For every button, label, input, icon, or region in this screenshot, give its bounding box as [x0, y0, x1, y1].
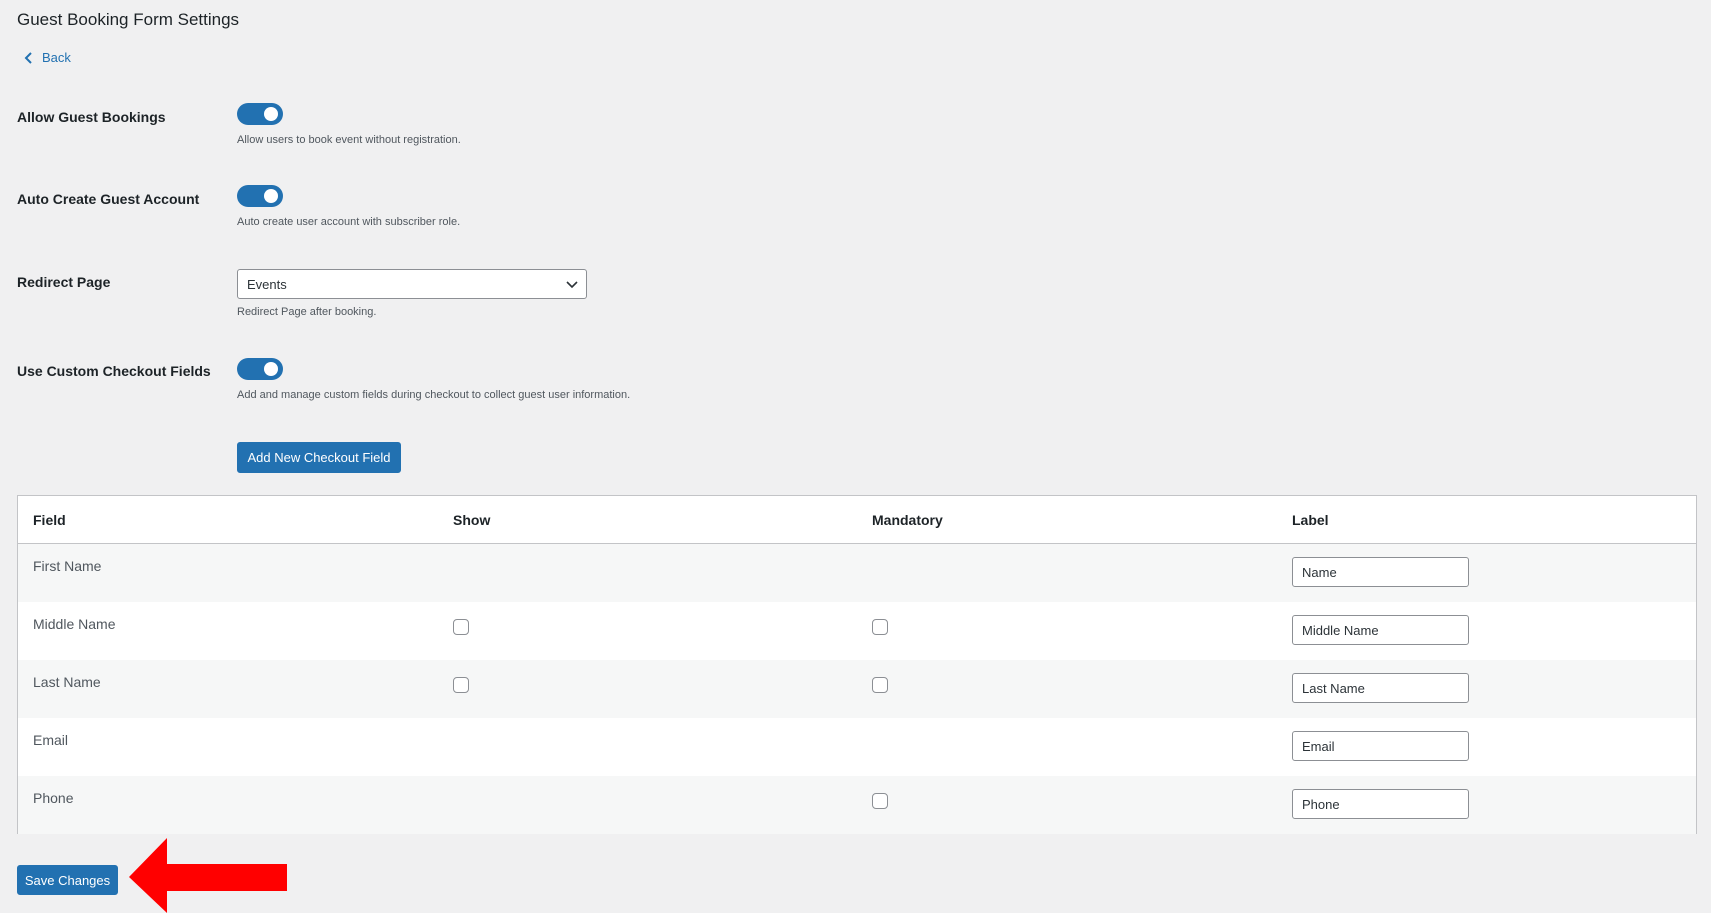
label-input[interactable]	[1292, 789, 1469, 819]
back-link[interactable]: Back	[24, 50, 71, 65]
field-name: Middle Name	[33, 616, 116, 632]
back-label: Back	[42, 50, 71, 65]
toggle-knob	[264, 362, 278, 376]
allow-guest-description: Allow users to book event without regist…	[237, 134, 461, 146]
mandatory-checkbox[interactable]	[872, 793, 888, 809]
add-checkout-field-button[interactable]: Add New Checkout Field	[237, 442, 401, 473]
label-input[interactable]	[1292, 615, 1469, 645]
allow-guest-label: Allow Guest Bookings	[17, 109, 166, 125]
redirect-page-value: Events	[247, 276, 287, 292]
field-name: Last Name	[33, 674, 101, 690]
show-checkbox[interactable]	[453, 619, 469, 635]
field-name: First Name	[33, 558, 102, 574]
custom-fields-toggle[interactable]	[237, 358, 283, 380]
chevron-down-icon	[566, 281, 578, 289]
table-row: Email	[18, 718, 1696, 776]
redirect-page-description: Redirect Page after booking.	[237, 306, 377, 318]
save-changes-button[interactable]: Save Changes	[17, 865, 118, 895]
checkout-fields-table: Field Show Mandatory Label First Name Mi…	[17, 495, 1697, 834]
redirect-page-select[interactable]: Events	[237, 269, 587, 299]
label-input[interactable]	[1292, 731, 1469, 761]
toggle-knob	[264, 107, 278, 121]
redirect-page-label: Redirect Page	[17, 274, 111, 290]
page-title: Guest Booking Form Settings	[17, 10, 240, 29]
allow-guest-toggle[interactable]	[237, 103, 283, 125]
show-checkbox[interactable]	[453, 677, 469, 693]
custom-fields-description: Add and manage custom fields during chec…	[237, 389, 631, 401]
table-row: Middle Name	[18, 602, 1696, 660]
chevron-left-icon	[24, 51, 32, 64]
header-label: Label	[1292, 512, 1329, 528]
label-input[interactable]	[1292, 673, 1469, 703]
table-row: Last Name	[18, 660, 1696, 718]
field-name: Email	[33, 732, 69, 748]
header-show: Show	[453, 512, 491, 528]
auto-create-description: Auto create user account with subscriber…	[237, 216, 461, 228]
label-input[interactable]	[1292, 557, 1469, 587]
custom-fields-label: Use Custom Checkout Fields	[17, 363, 211, 379]
mandatory-checkbox[interactable]	[872, 619, 888, 635]
toggle-knob	[264, 189, 278, 203]
field-name: Phone	[33, 790, 74, 806]
auto-create-toggle[interactable]	[237, 185, 283, 207]
table-header: Field Show Mandatory Label	[18, 496, 1696, 544]
settings-page: Guest Booking Form Settings Back Allow G…	[0, 0, 1711, 913]
header-field: Field	[33, 512, 66, 528]
red-arrow-icon	[129, 838, 287, 913]
table-row: First Name	[18, 544, 1696, 602]
auto-create-label: Auto Create Guest Account	[17, 191, 200, 207]
header-mandatory: Mandatory	[872, 512, 943, 528]
table-row: Phone	[18, 776, 1696, 834]
mandatory-checkbox[interactable]	[872, 677, 888, 693]
